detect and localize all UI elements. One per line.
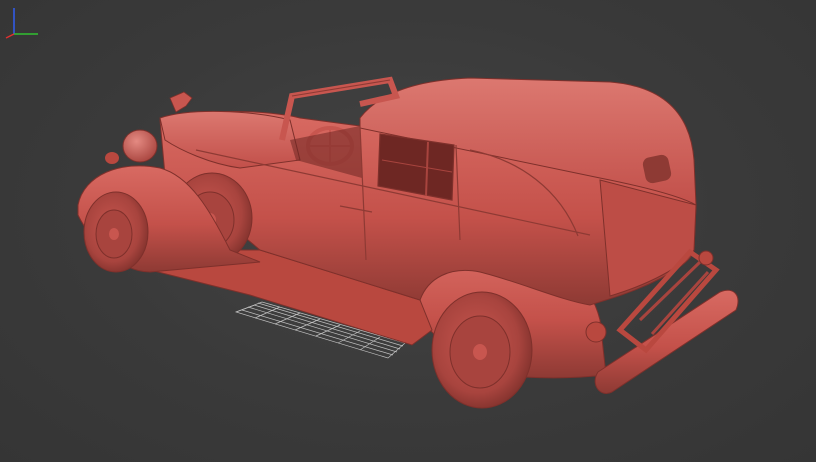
front-wheel <box>83 191 149 273</box>
headlamp <box>105 129 158 164</box>
axis-gizmo <box>5 8 38 39</box>
vintage-car-render <box>77 76 739 409</box>
hood-ornament <box>169 91 193 113</box>
3d-viewport[interactable] <box>0 0 816 462</box>
rear-wheel <box>431 291 533 409</box>
